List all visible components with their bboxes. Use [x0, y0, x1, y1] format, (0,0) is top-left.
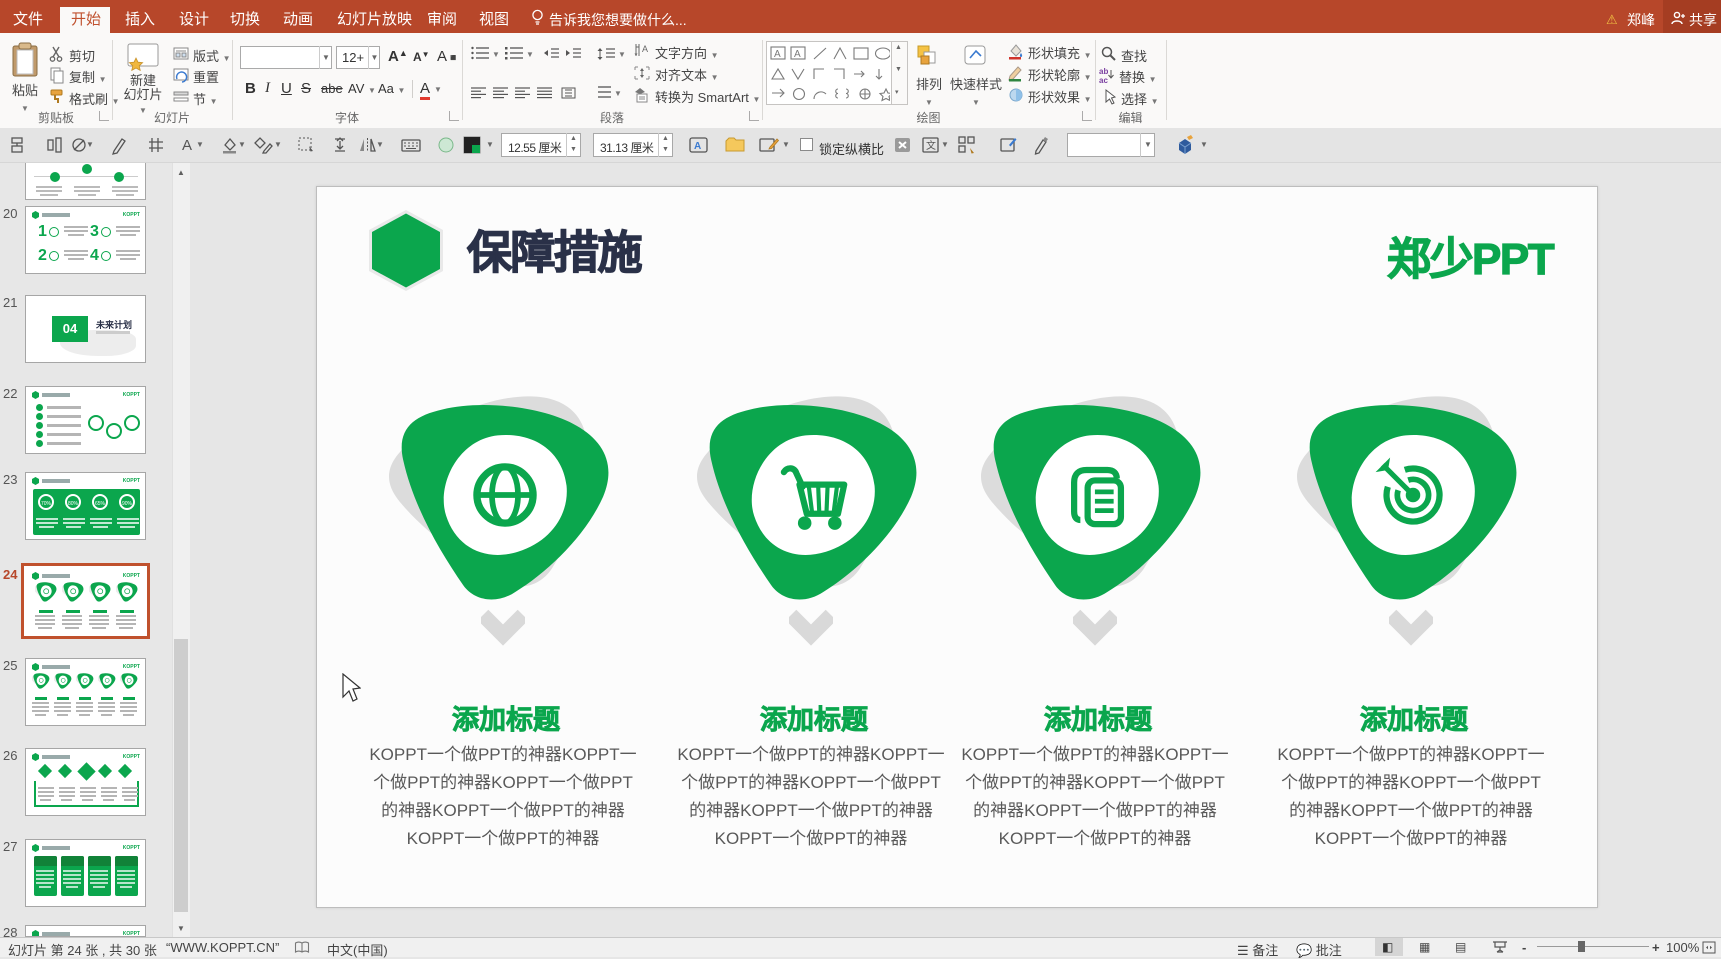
- svg-text:A: A: [774, 49, 781, 60]
- svg-text:A: A: [794, 49, 801, 60]
- svg-text:A: A: [642, 44, 648, 54]
- svg-text:ab: ab: [1099, 67, 1108, 76]
- svg-text:ac: ac: [1099, 76, 1108, 84]
- svg-text:A: A: [694, 141, 701, 152]
- svg-text:文: 文: [926, 139, 936, 152]
